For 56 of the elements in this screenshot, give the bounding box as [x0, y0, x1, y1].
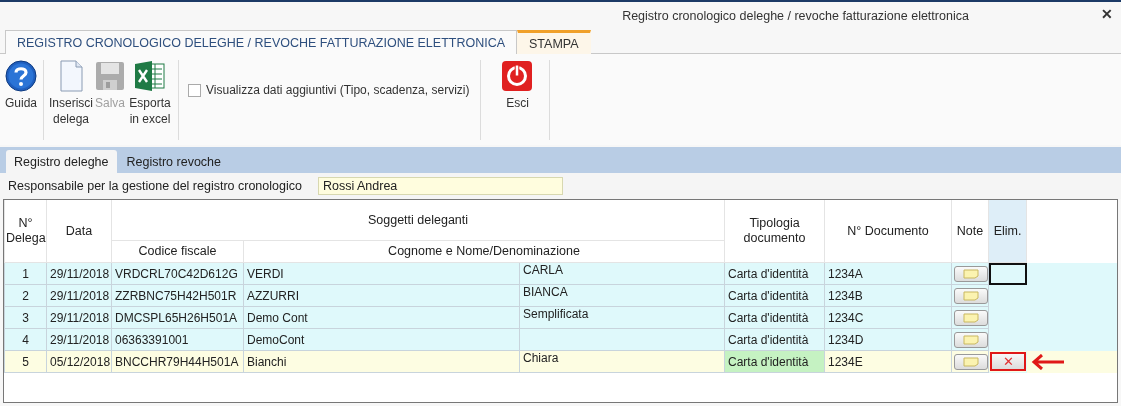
table-cell: 1 [4, 262, 47, 285]
close-button[interactable]: ✕ [1101, 6, 1113, 22]
table-cell: BNCCHR79H44H501A [111, 350, 244, 373]
table-cell: Semplificata [523, 307, 589, 321]
window-title: Registro cronologico deleghe / revoche fatturazione elettronica [622, 9, 969, 23]
column-header: N° Delega [4, 200, 47, 263]
table-cell: 06363391001 [111, 328, 244, 351]
help-button[interactable]: Guida [4, 60, 38, 111]
table-cell: Chiara [523, 351, 559, 365]
note-button[interactable] [954, 287, 988, 304]
note-icon [963, 334, 979, 345]
column-header: Data [46, 200, 112, 263]
export-excel-button[interactable]: Esporta in excel [127, 60, 173, 127]
ribbon-tab[interactable]: REGISTRO CRONOLOGICO DELEGHE / REVOCHE FATTURAZIONE ELETTRONICA [5, 30, 518, 54]
table-cell: BIANCA [523, 285, 568, 299]
arrow-icon [1031, 354, 1065, 370]
note-icon [963, 312, 979, 323]
new-document-button[interactable]: Inserisci delega [49, 60, 93, 127]
table-cell: CARLA [523, 263, 563, 277]
checkbox-label: Visualizza dati aggiuntivi (Tipo, scadenza, servizi) [206, 83, 470, 97]
exit-button[interactable]: Esci [500, 60, 535, 111]
field-label: Responsabile per la gestione del registro cronologico [8, 179, 302, 193]
note-icon [963, 356, 979, 367]
table-cell: DMCSPL65H26H501A [111, 306, 244, 329]
table-cell: DemoCont [243, 328, 520, 351]
checkbox[interactable] [188, 83, 201, 97]
note-button[interactable] [954, 331, 988, 348]
sheet-tab[interactable]: Registro deleghe [6, 150, 117, 173]
note-icon [963, 268, 979, 279]
note-button[interactable] [954, 309, 988, 326]
note-button[interactable] [954, 265, 988, 282]
table-cell: VRDCRL70C42D612G [111, 262, 244, 285]
table-cell: ZZRBNC75H42H501R [111, 284, 244, 307]
column-header: N° Documento [824, 200, 952, 263]
table-cell: 4 [4, 328, 47, 351]
ribbon-tab[interactable]: STAMPA [517, 30, 591, 54]
sheet-tab[interactable]: Registro revoche [118, 150, 229, 173]
column-header: Tipologia documento [724, 200, 825, 263]
note-icon [963, 290, 979, 301]
table-cell: Bianchi [243, 350, 520, 373]
note-button[interactable] [954, 353, 988, 370]
responsible-field[interactable]: Rossi Andrea [317, 177, 563, 195]
spreadsheet-icon [134, 60, 166, 92]
column-header: Soggetti deleganti [111, 200, 725, 241]
power-icon [501, 60, 534, 92]
column-header: Note [951, 200, 989, 263]
table-cell: VERDI [243, 262, 520, 285]
table-cell: AZZURRI [243, 284, 520, 307]
table-cell: 2 [4, 284, 47, 307]
help-icon [5, 60, 37, 92]
table-cell: 3 [4, 306, 47, 329]
delete-button[interactable]: ✕ [990, 352, 1026, 371]
column-header: Codice fiscale [111, 240, 244, 263]
table-cell: 5 [4, 350, 47, 373]
table-cell: Demo Cont [243, 306, 520, 329]
column-header: Elim. [988, 200, 1027, 263]
